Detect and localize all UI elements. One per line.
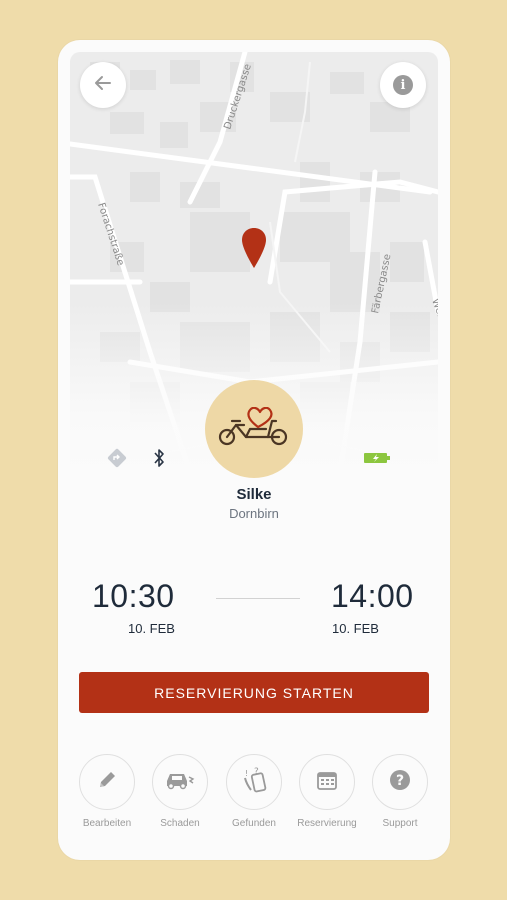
action-found-label: Gefunden xyxy=(232,818,276,829)
bike-location: Dornbirn xyxy=(229,506,279,521)
action-reservation-label: Reservierung xyxy=(297,818,357,829)
info-button[interactable]: i xyxy=(380,62,426,108)
car-damage-icon xyxy=(164,769,196,796)
action-found-circle[interactable]: ? ! xyxy=(226,754,282,810)
action-support-label: Support xyxy=(382,818,418,829)
start-time: 10:30 xyxy=(92,578,175,614)
end-date: 10. FEB xyxy=(332,621,379,636)
end-time: 14:00 xyxy=(331,578,414,614)
question-icon: ? xyxy=(389,769,411,796)
action-support[interactable]: ? Support xyxy=(367,754,433,829)
back-button[interactable] xyxy=(80,62,126,108)
action-damage-circle[interactable] xyxy=(152,754,208,810)
action-reservation-circle[interactable] xyxy=(299,754,355,810)
navigation-diamond-icon xyxy=(106,447,128,474)
action-support-circle[interactable]: ? xyxy=(372,754,428,810)
action-reservation[interactable]: Reservierung xyxy=(294,754,360,829)
bike-name: Silke xyxy=(236,486,272,503)
arrow-left-icon xyxy=(93,73,113,98)
svg-text:?: ? xyxy=(254,767,259,777)
start-date: 10. FEB xyxy=(128,621,175,636)
pencil-icon xyxy=(96,769,118,796)
action-edit-label: Bearbeiten xyxy=(82,818,132,829)
start-reservation-button[interactable]: RESERVIERUNG STARTEN xyxy=(79,672,429,713)
bluetooth-icon xyxy=(152,448,166,473)
action-edit[interactable]: Bearbeiten xyxy=(74,754,140,829)
info-icon: i xyxy=(393,75,413,95)
calendar-icon xyxy=(316,769,338,796)
cargo-bike-heart-icon xyxy=(218,406,290,452)
action-damage[interactable]: Schaden xyxy=(147,754,213,829)
found-phone-icon: ? ! xyxy=(240,766,268,799)
battery-charging-icon xyxy=(363,451,391,470)
action-damage-label: Schaden xyxy=(160,818,200,829)
svg-text:?: ? xyxy=(396,773,404,789)
svg-text:!: ! xyxy=(245,769,248,778)
location-pin-icon[interactable] xyxy=(242,228,266,273)
bike-avatar xyxy=(205,380,303,478)
phone-screen: Druckergasse Forachstraße Färbergasse We… xyxy=(58,40,450,860)
action-found[interactable]: ? ! Gefunden xyxy=(221,754,287,829)
action-edit-circle[interactable] xyxy=(79,754,135,810)
time-range-divider xyxy=(216,598,300,599)
